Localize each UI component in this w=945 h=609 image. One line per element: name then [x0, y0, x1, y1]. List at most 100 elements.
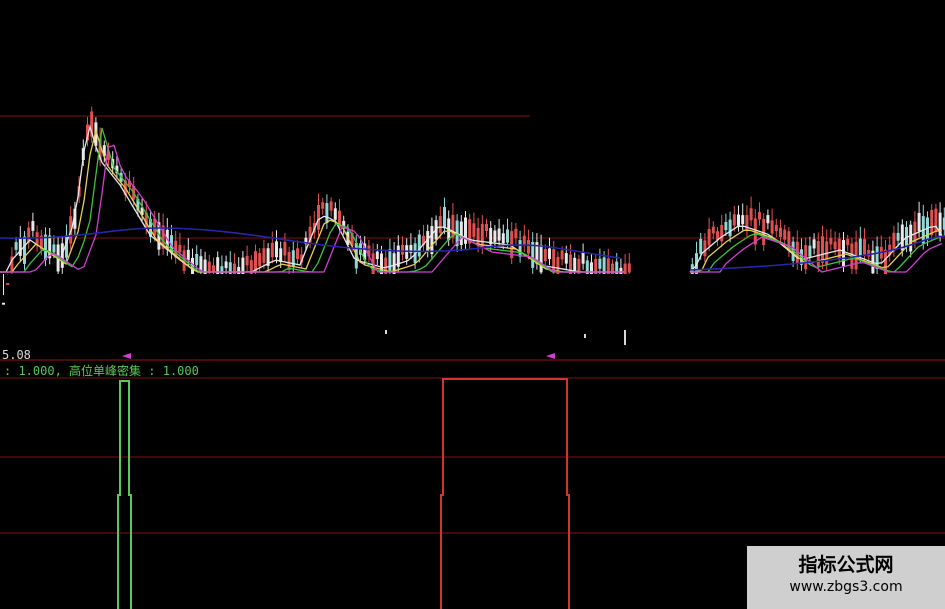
legend-prefix: : 1.000, [4, 364, 62, 378]
candle-body [333, 208, 337, 220]
candle-body [707, 229, 711, 246]
candle-body [783, 229, 787, 240]
value-readout: 5.08 [2, 348, 31, 362]
indicator-legend: : 1.000, 高位单峰密集 : 1.000 [4, 362, 199, 379]
candle-body [896, 232, 900, 241]
candle-body [627, 263, 631, 273]
candle-body [417, 234, 421, 257]
candle-body [31, 221, 35, 231]
candle-body [443, 207, 446, 229]
candle-body [774, 224, 778, 232]
candle-body [224, 261, 228, 269]
candle-body [741, 215, 745, 225]
candle-body [581, 252, 585, 264]
legend-label: 高位单峰密集 [69, 364, 142, 378]
candle-body [279, 248, 283, 262]
tick-mark [624, 330, 626, 345]
marker-triangle [546, 353, 555, 359]
candle-body [699, 238, 703, 254]
candle-body [287, 251, 291, 270]
candle-body [329, 201, 333, 211]
candle-body [623, 263, 627, 274]
candle-body [821, 236, 824, 263]
candle-body [552, 249, 556, 273]
candle-body [451, 214, 455, 238]
watermark-url: www.zbgs3.com [789, 579, 903, 595]
candle-body [598, 258, 602, 269]
candle-body [527, 239, 530, 254]
candle-body [619, 267, 623, 274]
candle-body [501, 233, 505, 244]
tick-mark [385, 330, 387, 334]
candle-body [506, 229, 509, 243]
candle-body [737, 214, 740, 226]
candle-body [296, 248, 299, 260]
candle-body [573, 257, 577, 272]
candle-body [438, 216, 442, 233]
candle-body [472, 223, 476, 237]
candle-body [220, 266, 224, 274]
candle-body [766, 215, 770, 224]
candle-body [388, 249, 392, 271]
candle-body [917, 212, 921, 232]
candle-body [842, 240, 845, 267]
candle-body [325, 203, 329, 223]
candle-body [909, 224, 913, 252]
candle-body [430, 226, 434, 255]
marker-triangle [122, 353, 131, 359]
candle-body [518, 240, 522, 257]
candle-body [728, 219, 732, 237]
candle-body [44, 234, 47, 261]
candle-body [732, 214, 736, 226]
candle-body [283, 241, 287, 256]
candle-body [245, 255, 249, 266]
candle-body [779, 227, 782, 238]
candle-body [6, 283, 10, 286]
candle-body [816, 241, 820, 267]
candle-body [401, 244, 404, 255]
candle-body [539, 244, 543, 273]
candle-body [375, 251, 379, 260]
candle-body [758, 212, 761, 220]
candle-body [863, 239, 866, 255]
stock-chart-window: 5.08 : 1.000, 高位单峰密集 : 1.000 指标公式网 www.z… [0, 0, 945, 609]
candle-body [262, 248, 266, 263]
candle-body [497, 228, 501, 241]
candle-body [23, 236, 26, 264]
candle-body [195, 254, 199, 266]
candle-body [237, 266, 241, 274]
candle-body [711, 226, 715, 234]
candle-body [812, 239, 816, 249]
candle-body [808, 245, 812, 257]
candle-body [405, 245, 409, 259]
candle-body [829, 238, 833, 245]
candle-body [833, 241, 837, 250]
candle-body [52, 244, 56, 253]
candle-body [485, 224, 488, 231]
candle-body [543, 249, 547, 262]
candle-body [560, 250, 564, 260]
candle-body [275, 241, 278, 258]
candle-body [514, 228, 518, 239]
watermark: 指标公式网 www.zbgs3.com [747, 546, 945, 609]
candle-body [459, 221, 463, 246]
watermark-brand: 指标公式网 [798, 554, 894, 576]
candle-body [317, 204, 320, 230]
candle-body [493, 230, 497, 243]
tick-mark [584, 334, 586, 338]
candle-body [724, 221, 728, 231]
candle-body [770, 220, 774, 234]
candle-body [270, 242, 274, 258]
candle-body [745, 215, 749, 231]
candle-body [321, 202, 325, 209]
candle-body [548, 248, 551, 260]
candle-body [703, 240, 707, 257]
candle-body [858, 238, 862, 257]
price-chart-panel[interactable] [0, 0, 945, 345]
candle-body [2, 302, 5, 305]
green-signal-bar [117, 380, 132, 609]
candle-body [18, 237, 22, 256]
candle-body [212, 265, 215, 272]
candlestick-chart[interactable] [0, 0, 945, 345]
candle-body [186, 249, 190, 261]
